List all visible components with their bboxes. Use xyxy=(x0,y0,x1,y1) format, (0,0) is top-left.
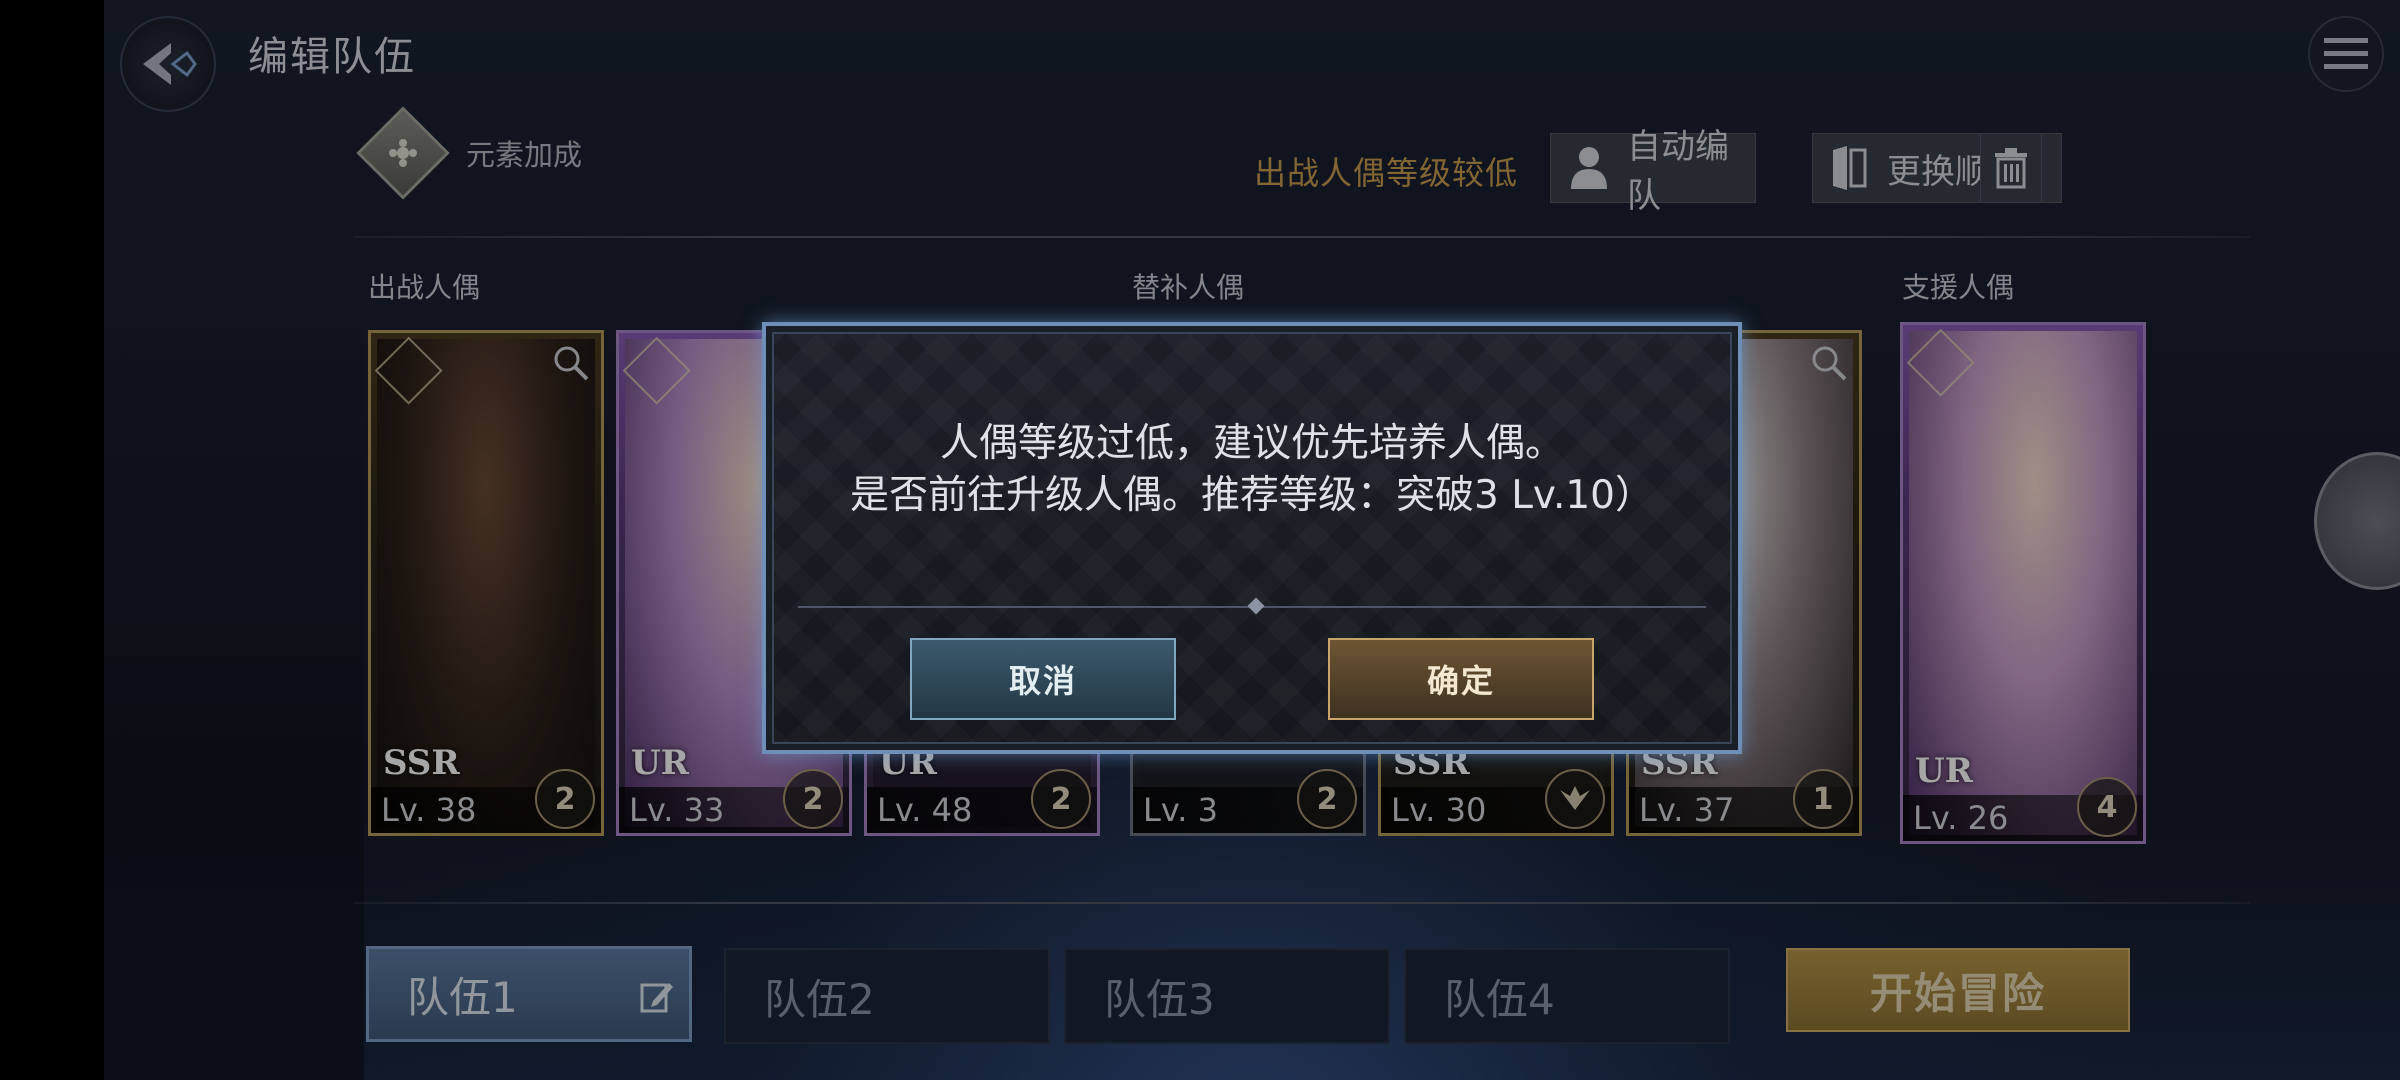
corner-ornament-icon xyxy=(762,703,813,754)
cancel-button[interactable]: 取消 xyxy=(910,638,1176,720)
level-warning-dialog: 人偶等级过低，建议优先培养人偶。 是否前往升级人偶。推荐等级：突破3 Lv.10… xyxy=(762,322,1742,754)
confirm-button[interactable]: 确定 xyxy=(1328,638,1594,720)
corner-ornament-icon xyxy=(1691,322,1742,373)
divider-diamond-icon xyxy=(1247,597,1265,615)
dialog-message-line-2: 是否前往升级人偶。推荐等级：突破3 Lv.10） xyxy=(849,473,1654,518)
dialog-message: 人偶等级过低，建议优先培养人偶。 是否前往升级人偶。推荐等级：突破3 Lv.10… xyxy=(766,418,1738,522)
corner-ornament-icon xyxy=(762,322,813,373)
corner-ornament-icon xyxy=(1691,703,1742,754)
dialog-message-line-1: 人偶等级过低，建议优先培养人偶。 xyxy=(939,421,1564,466)
